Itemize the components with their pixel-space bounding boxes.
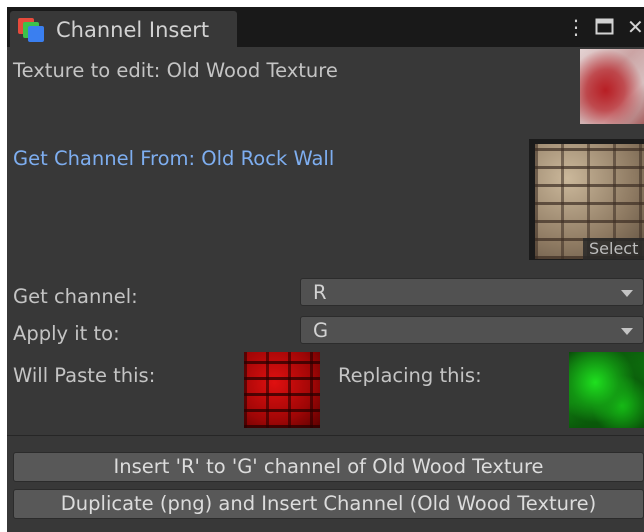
insert-channel-button[interactable]: Insert 'R' to 'G' channel of Old Wood Te… [13,452,644,482]
get-channel-label: Get channel: [13,285,138,308]
edit-texture-thumbnail[interactable] [580,49,644,124]
apply-to-label: Apply it to: [13,322,120,345]
divider [7,435,644,436]
kebab-menu-icon[interactable]: ⋮ [566,15,586,39]
maximize-icon[interactable] [595,18,615,36]
apply-to-value: G [313,319,329,342]
paste-preview-thumbnail [244,352,320,428]
get-channel-from-link[interactable]: Get Channel From: Old Rock Wall [13,147,334,170]
channels-icon [18,18,44,42]
tab-channel-insert[interactable]: Channel Insert [10,11,237,47]
dropdown-arrow-icon [621,290,633,297]
select-texture-button[interactable]: Select [583,238,644,260]
apply-to-dropdown[interactable]: G [300,316,644,344]
get-channel-value: R [313,281,327,304]
duplicate-insert-button[interactable]: Duplicate (png) and Insert Channel (Old … [13,489,644,519]
texture-to-edit-label: Texture to edit: Old Wood Texture [13,59,338,82]
replace-preview-thumbnail [569,352,644,428]
replacing-label: Replacing this: [338,364,482,387]
will-paste-label: Will Paste this: [13,364,156,387]
get-channel-dropdown[interactable]: R [300,278,644,306]
dropdown-arrow-icon [621,328,633,335]
tab-title: Channel Insert [56,18,210,42]
close-icon[interactable]: ✕ [627,15,644,39]
channel-insert-window: Channel Insert ⋮ ✕ Texture to edit: Old … [7,7,644,532]
tab-bar: Channel Insert ⋮ ✕ [7,7,644,47]
